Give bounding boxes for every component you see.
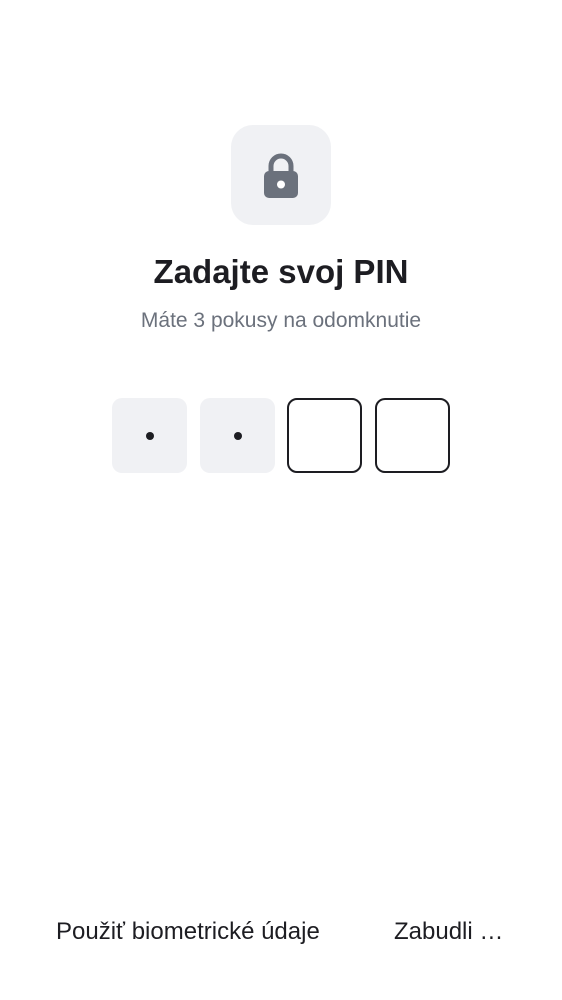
forgot-pin-button[interactable]: Zabudli … [394,912,503,952]
pin-dot [145,431,154,440]
pin-digit-3[interactable] [287,398,362,473]
use-biometrics-button[interactable]: Použiť biometrické údaje [56,912,320,952]
page-title: Zadajte svoj PIN [153,253,409,290]
pin-digit-2[interactable] [200,398,275,473]
pin-digit-4[interactable] [375,398,450,473]
pin-dot [233,431,242,440]
attempts-subtitle: Máte 3 pokusy na odomknutie [140,309,422,332]
pin-input-row[interactable] [112,398,450,473]
lock-icon [264,153,298,198]
pin-digit-1[interactable] [112,398,187,473]
lock-tile [231,125,331,225]
